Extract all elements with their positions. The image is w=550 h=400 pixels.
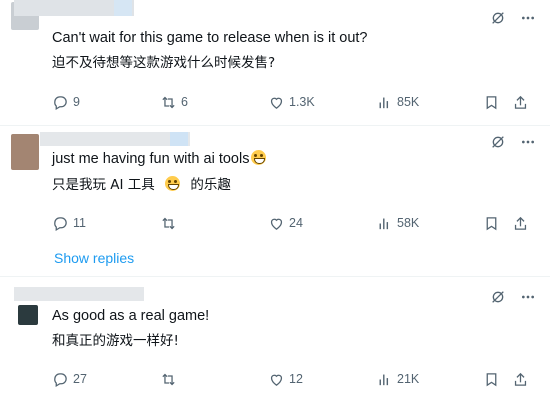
grok-icon[interactable] (490, 134, 506, 150)
repost-count: 6 (181, 95, 188, 109)
like-button[interactable]: 12 (268, 369, 303, 389)
views-button[interactable]: 21K (376, 369, 419, 389)
like-count: 1.3K (289, 95, 315, 109)
tweet-text-cn: 和真正的游戏一样好! (52, 333, 179, 349)
tweet-text-en: just me having fun with ai tools (52, 149, 267, 169)
views-count: 21K (397, 372, 420, 386)
reply-count: 9 (73, 95, 80, 109)
bookmark-button[interactable] (483, 369, 500, 389)
share-button[interactable] (512, 369, 529, 389)
reply-icon (54, 216, 67, 231)
bookmark-button[interactable] (483, 213, 500, 233)
reply-icon (54, 372, 67, 387)
like-count: 24 (289, 216, 303, 230)
more-icon[interactable] (520, 10, 536, 26)
obscured-header (14, 287, 144, 301)
reply-button[interactable]: 11 (52, 213, 86, 233)
grok-icon[interactable] (490, 289, 506, 305)
obscured-header-part (114, 0, 132, 16)
tweet-1[interactable]: Can't wait for this game to release when… (0, 0, 550, 125)
share-button[interactable] (512, 213, 529, 233)
tweet-text-cn-after: 的乐趣 (190, 177, 231, 193)
reply-button[interactable]: 9 (52, 92, 80, 112)
repost-icon (162, 96, 175, 108)
share-icon (514, 95, 527, 109)
more-icon[interactable] (520, 134, 536, 150)
like-count: 12 (289, 372, 303, 386)
like-icon (270, 218, 283, 230)
bookmark-icon (486, 216, 497, 230)
bookmark-button[interactable] (483, 92, 500, 112)
repost-icon (162, 217, 175, 229)
views-icon (379, 218, 389, 229)
like-icon (270, 97, 283, 109)
repost-button[interactable] (160, 369, 181, 389)
avatar[interactable] (18, 305, 38, 325)
tweet-text-en: Can't wait for this game to release when… (52, 30, 368, 46)
repost-icon (162, 373, 175, 385)
views-button[interactable]: 85K (376, 92, 419, 112)
avatar[interactable] (11, 134, 39, 170)
tweet-text-en: As good as a real game! (52, 308, 210, 324)
bookmark-icon (486, 372, 497, 386)
grinning-emoji-icon (251, 150, 267, 165)
like-button[interactable]: 1.3K (268, 92, 315, 112)
repost-button[interactable]: 6 (160, 92, 188, 112)
obscured-header (40, 132, 190, 146)
show-replies-link[interactable]: Show replies (54, 250, 134, 266)
tweet-text-cn: 只是我玩 AI 工具 的乐趣 (52, 175, 231, 195)
grinning-emoji-icon (165, 176, 181, 191)
views-count: 58K (397, 216, 420, 230)
views-count: 85K (397, 95, 420, 109)
grok-icon[interactable] (490, 10, 506, 26)
tweet-3[interactable]: As good as a real game! 和真正的游戏一样好! 27 12… (0, 277, 550, 400)
views-icon (379, 374, 389, 385)
share-icon (514, 372, 527, 386)
reply-button[interactable]: 27 (52, 369, 87, 389)
like-button[interactable]: 24 (268, 213, 303, 233)
tweet-text-en-body: just me having fun with ai tools (52, 151, 250, 167)
share-button[interactable] (512, 92, 529, 112)
reply-count: 11 (73, 216, 86, 230)
repost-button[interactable] (160, 213, 181, 233)
tweet-text-cn-before: 只是我玩 AI 工具 (52, 177, 155, 193)
tweet-text-cn: 迫不及待想等这款游戏什么时候发售? (52, 55, 276, 71)
bookmark-icon (486, 95, 497, 109)
more-icon[interactable] (520, 289, 536, 305)
views-button[interactable]: 58K (376, 213, 419, 233)
obscured-header-part (170, 132, 188, 146)
action-bar: 27 12 21K (52, 369, 532, 389)
action-bar: 9 6 1.3K 85K (52, 92, 532, 112)
reply-icon (54, 95, 67, 110)
share-icon (514, 216, 527, 230)
action-bar: 11 24 58K (52, 213, 532, 233)
reply-count: 27 (73, 372, 87, 386)
views-icon (379, 97, 389, 108)
like-icon (270, 374, 283, 386)
